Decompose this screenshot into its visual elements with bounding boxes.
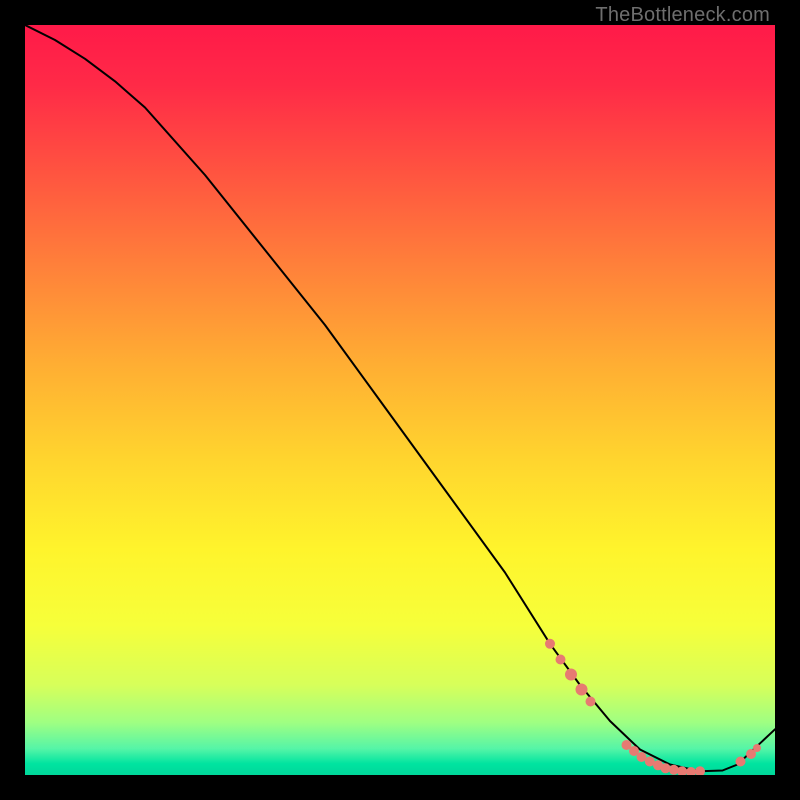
marker-dot <box>753 744 761 752</box>
marker-dot <box>545 639 555 649</box>
watermark-text: TheBottleneck.com <box>595 4 770 27</box>
curve-markers <box>545 639 761 775</box>
bottleneck-curve <box>25 25 775 771</box>
marker-dot <box>576 684 588 696</box>
chart-overlay <box>25 25 775 775</box>
marker-dot <box>695 766 705 775</box>
marker-dot <box>586 697 596 707</box>
marker-dot <box>661 763 671 773</box>
plot-area <box>25 25 775 775</box>
chart-stage: TheBottleneck.com <box>0 0 800 800</box>
marker-dot <box>556 655 566 665</box>
marker-dot <box>565 669 577 681</box>
marker-dot <box>736 757 746 767</box>
